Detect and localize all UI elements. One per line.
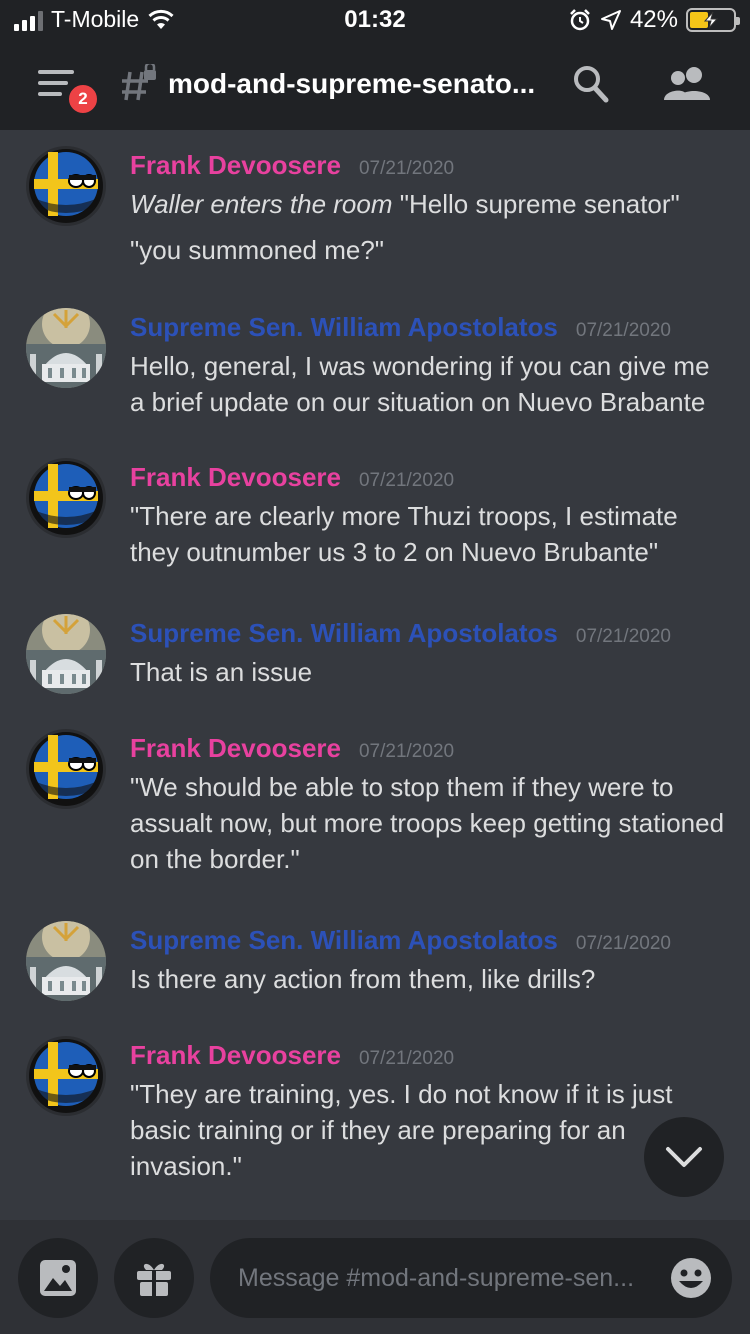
location-icon [600, 10, 621, 30]
gift-button[interactable] [114, 1238, 194, 1318]
author-name[interactable]: Frank Devoosere [130, 1040, 341, 1071]
emoji-icon[interactable] [670, 1257, 712, 1299]
timestamp: 07/21/2020 [575, 626, 671, 647]
author-name[interactable]: Supreme Sen. William Apostolatos [130, 618, 558, 649]
author-name[interactable]: Supreme Sen. William Apostolatos [130, 925, 558, 956]
jump-to-bottom-button[interactable] [644, 1117, 724, 1197]
timestamp: 07/21/2020 [358, 158, 455, 179]
search-icon[interactable] [572, 64, 610, 104]
timestamp: 07/21/2020 [358, 1048, 455, 1069]
chevron-down-icon [666, 1147, 702, 1167]
gift-icon [137, 1263, 171, 1296]
message-text: That is an issue [130, 657, 313, 687]
message-text: Waller enters the room "Hello supreme se… [130, 186, 730, 222]
image-icon [40, 1260, 76, 1296]
status-bar: T-Mobile 01:32 42% [0, 0, 750, 40]
avatar[interactable] [26, 308, 106, 388]
author-name[interactable]: Frank Devoosere [130, 733, 341, 764]
channel-header: 2 mod-and-supreme-senato... [0, 40, 750, 130]
battery-icon [686, 8, 740, 32]
unread-badge: 2 [66, 82, 100, 116]
timestamp: 07/21/2020 [358, 470, 455, 491]
author-name[interactable]: Frank Devoosere [130, 150, 341, 181]
timestamp: 07/21/2020 [575, 933, 671, 954]
composer-bar [0, 1220, 750, 1334]
timestamp: 07/21/2020 [358, 741, 455, 762]
avatar[interactable] [26, 146, 106, 226]
action-text: Waller enters the room [130, 189, 393, 219]
message-text: Is there any action from them, like dril… [130, 964, 596, 994]
avatar[interactable] [26, 921, 106, 1001]
author-name[interactable]: Supreme Sen. William Apostolatos [130, 312, 558, 343]
locked-channel-icon [122, 64, 156, 101]
message-text: "We should be able to stop them if they … [130, 772, 725, 874]
channel-title[interactable]: mod-and-supreme-senato... [168, 68, 538, 100]
avatar[interactable] [26, 1036, 106, 1116]
quote-text: "Hello supreme senator" [399, 189, 680, 219]
message-text: Hello, general, I was wondering if you c… [130, 351, 710, 417]
members-icon[interactable] [664, 66, 712, 102]
attach-image-button[interactable] [18, 1238, 98, 1318]
author-name[interactable]: Frank Devoosere [130, 462, 341, 493]
message-text: "There are clearly more Thuzi troops, I … [130, 501, 678, 567]
avatar[interactable] [26, 458, 106, 538]
timestamp: 07/21/2020 [575, 320, 671, 341]
alarm-icon [570, 9, 590, 31]
message-text: "They are training, yes. I do not know i… [130, 1079, 673, 1181]
avatar[interactable] [26, 729, 106, 809]
message-list[interactable]: Frank Devoosere 07/21/2020 Waller enters… [0, 130, 750, 1220]
message-input-container[interactable] [210, 1238, 732, 1318]
message-text: "you summoned me?" [130, 235, 385, 265]
battery-percent: 42% [629, 6, 678, 33]
message-input[interactable] [238, 1263, 658, 1293]
avatar[interactable] [26, 614, 106, 694]
